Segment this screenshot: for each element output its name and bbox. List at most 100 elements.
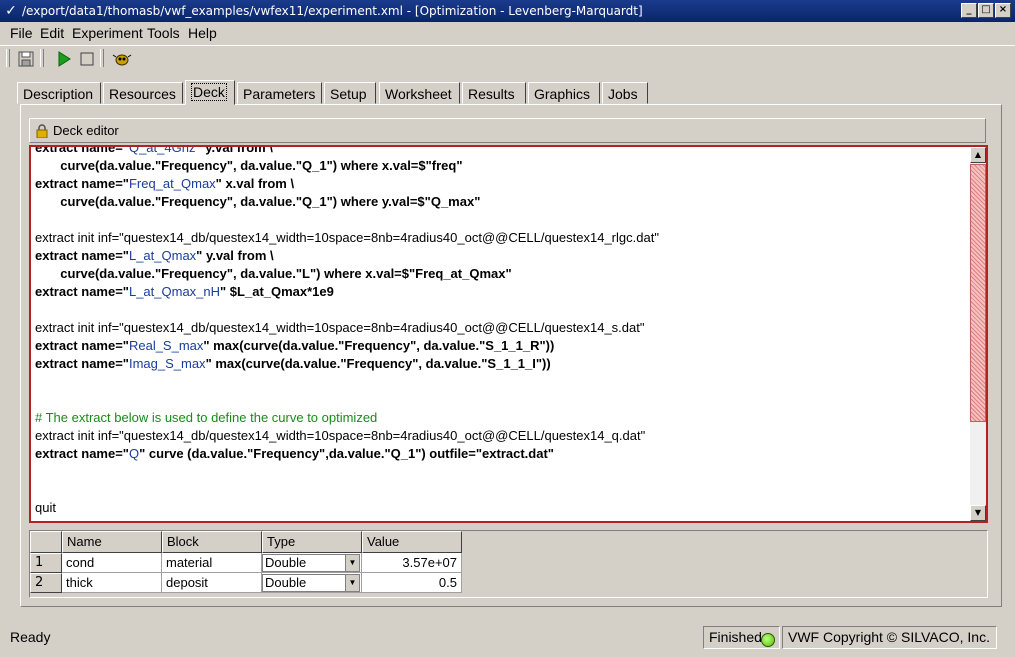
code-token: Real_S_max	[128, 338, 204, 353]
deck-editor-textarea[interactable]: extract name="Q_at_4Ghz" y.val from \ cu…	[29, 145, 988, 523]
code-line: extract name="Q_at_4Ghz" y.val from \	[35, 145, 965, 157]
col-header-value[interactable]: Value	[362, 531, 462, 553]
save-icon[interactable]	[16, 49, 36, 69]
tab-description[interactable]: Description	[17, 82, 101, 104]
code-line: extract name="L_at_Qmax_nH" $L_at_Qmax*1…	[35, 283, 965, 301]
tab-parameters[interactable]: Parameters	[237, 82, 322, 104]
scroll-thumb[interactable]	[970, 164, 986, 422]
cell-name[interactable]: cond	[62, 553, 162, 573]
maximize-button[interactable]: □	[978, 3, 994, 18]
code-token: L_at_Qmax	[128, 248, 197, 263]
toolbar	[0, 45, 1015, 71]
code-token: Imag_S_max	[128, 356, 206, 371]
code-token: curve(da.value."Frequency", da.value."Q_…	[35, 158, 463, 173]
menu-help[interactable]: Help	[188, 25, 217, 41]
lock-icon	[36, 124, 48, 138]
col-header-name[interactable]: Name	[62, 531, 162, 553]
code-token: " $L_at_Qmax*1e9	[220, 284, 334, 299]
status-led-icon	[761, 633, 775, 647]
code-token: " max(curve(da.value."Frequency", da.val…	[205, 356, 551, 371]
type-select[interactable]: Double ▼	[262, 554, 360, 572]
bug-icon[interactable]	[112, 49, 132, 69]
status-bar: Ready Finished VWF Copyright © SILVACO, …	[0, 624, 1015, 654]
col-header-type[interactable]: Type	[262, 531, 362, 553]
code-line: extract name="Freq_at_Qmax" x.val from \	[35, 175, 965, 193]
code-token: extract name="	[35, 145, 129, 155]
menu-experiment[interactable]: Experiment	[72, 25, 143, 41]
cell-value[interactable]: 3.57e+07	[362, 553, 462, 573]
tab-setup[interactable]: Setup	[324, 82, 376, 104]
code-token: extract name="	[35, 338, 129, 353]
code-token: " y.val from \	[196, 248, 274, 263]
cell-block[interactable]: material	[162, 553, 262, 573]
stop-icon[interactable]	[77, 49, 97, 69]
code-line: extract name="Q" curve (da.value."Freque…	[35, 445, 965, 463]
job-status-label: Finished	[709, 629, 762, 645]
copyright: VWF Copyright © SILVACO, Inc.	[782, 626, 997, 649]
tab-graphics[interactable]: Graphics	[528, 82, 600, 104]
window-title: /export/data1/thomasb/vwf_examples/vwfex…	[22, 4, 643, 18]
code-token: # The extract below is used to define th…	[35, 410, 378, 425]
code-line: extract name="Imag_S_max" max(curve(da.v…	[35, 355, 965, 373]
job-status: Finished	[703, 626, 780, 649]
parameter-table: Name Block Type Value 1 cond material Do…	[29, 530, 988, 598]
scroll-up-icon[interactable]: ▲	[970, 147, 986, 163]
toolbar-grip[interactable]	[6, 49, 10, 67]
code-line: extract name="L_at_Qmax" y.val from \	[35, 247, 965, 265]
code-token: extract name="	[35, 248, 129, 263]
table-corner	[30, 531, 62, 553]
tab-resources[interactable]: Resources	[103, 82, 183, 104]
code-line: extract name="Real_S_max" max(curve(da.v…	[35, 337, 965, 355]
code-line: curve(da.value."Frequency", da.value."Q_…	[35, 193, 965, 211]
menu-edit[interactable]: Edit	[40, 25, 64, 41]
col-header-block[interactable]: Block	[162, 531, 262, 553]
menu-file[interactable]: File	[10, 25, 33, 41]
code-line: # The extract below is used to define th…	[35, 409, 965, 427]
status-text: Ready	[10, 629, 51, 645]
minimize-button[interactable]: _	[961, 3, 977, 18]
menu-bar: File Edit Experiment Tools Help	[0, 22, 1015, 44]
code-line: quit	[35, 499, 965, 517]
scroll-down-icon[interactable]: ▼	[970, 505, 986, 521]
tab-jobs[interactable]: Jobs	[602, 82, 648, 104]
tab-results[interactable]: Results	[462, 82, 526, 104]
close-button[interactable]: ×	[995, 3, 1011, 18]
row-index[interactable]: 1	[30, 553, 62, 573]
code-token: " max(curve(da.value."Frequency", da.val…	[203, 338, 555, 353]
code-token: Freq_at_Qmax	[128, 176, 216, 191]
tab-bar: Description Resources Deck Parameters Se…	[0, 80, 1015, 105]
code-token: Q	[128, 446, 140, 461]
tab-worksheet[interactable]: Worksheet	[379, 82, 460, 104]
cell-value[interactable]: 0.5	[362, 573, 462, 593]
cell-name[interactable]: thick	[62, 573, 162, 593]
menu-tools[interactable]: Tools	[147, 25, 180, 41]
deck-editor-header: Deck editor	[29, 118, 986, 143]
cell-type: Double ▼	[262, 553, 362, 573]
tab-deck[interactable]: Deck	[185, 80, 235, 105]
code-line: extract init inf="questex14_db/questex14…	[35, 427, 965, 445]
cell-type: Double ▼	[262, 573, 362, 593]
chevron-down-icon[interactable]: ▼	[345, 555, 359, 571]
code-line: curve(da.value."Frequency", da.value."L"…	[35, 265, 965, 283]
row-index[interactable]: 2	[30, 573, 62, 593]
play-icon[interactable]	[54, 49, 74, 69]
code-token: Q_at_4Ghz	[128, 145, 196, 155]
code-token: extract init inf="questex14_db/questex14…	[35, 230, 659, 245]
code-token: quit	[35, 500, 56, 515]
code-line: curve(da.value."Frequency", da.value."Q_…	[35, 157, 965, 175]
code-line: extract init inf="questex14_db/questex14…	[35, 229, 965, 247]
type-select[interactable]: Double ▼	[262, 574, 360, 592]
toolbar-separator	[100, 49, 104, 67]
window-menu-icon[interactable]: ✓	[2, 2, 20, 20]
deck-editor-label: Deck editor	[53, 123, 119, 138]
cell-block[interactable]: deposit	[162, 573, 262, 593]
chevron-down-icon[interactable]: ▼	[345, 575, 359, 591]
editor-scrollbar[interactable]: ▲ ▼	[970, 147, 986, 521]
code-token: extract init inf="questex14_db/questex14…	[35, 428, 646, 443]
code-line: extract init inf="questex14_db/questex14…	[35, 319, 965, 337]
